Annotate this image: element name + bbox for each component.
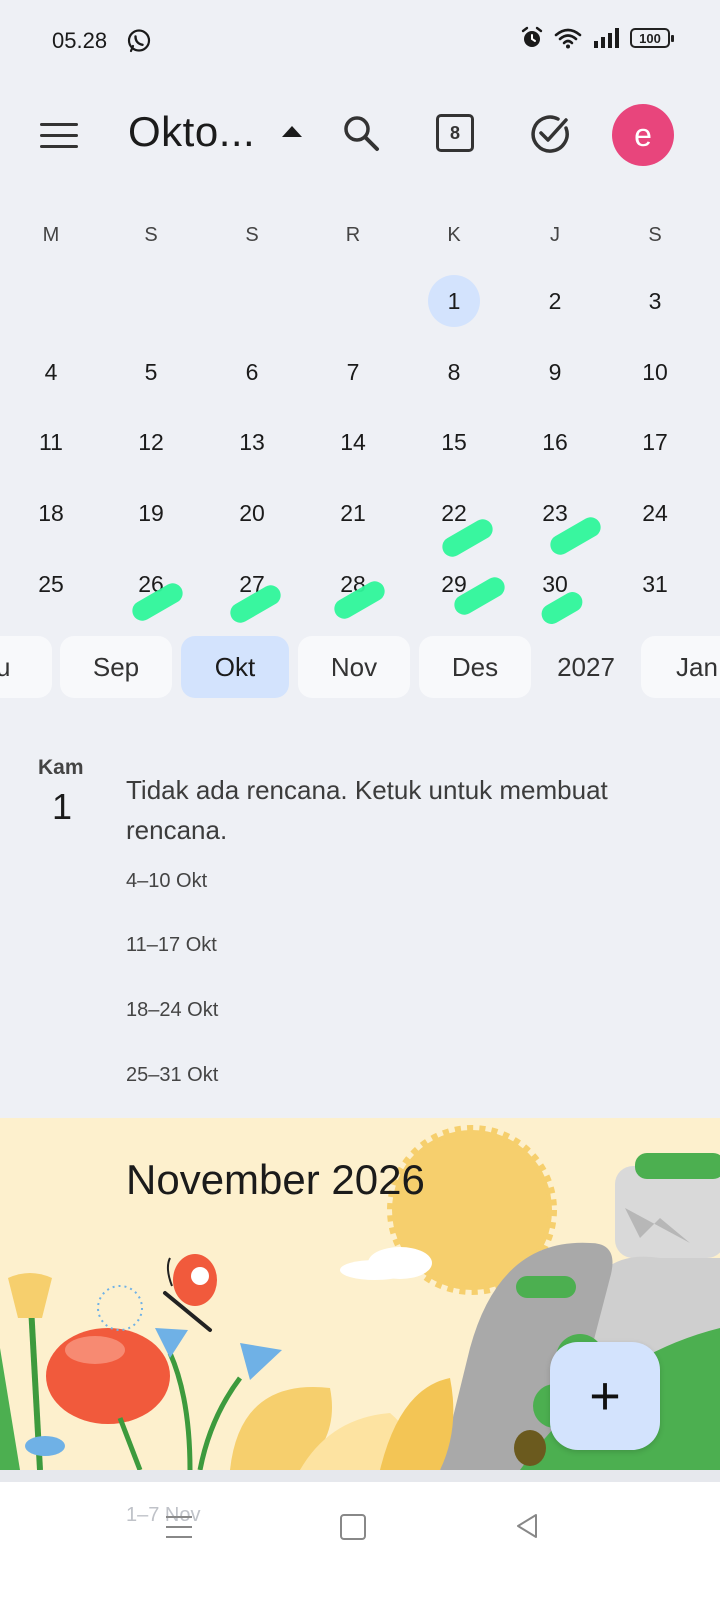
menu-button[interactable] bbox=[40, 112, 86, 158]
weekday-label: K bbox=[447, 224, 461, 246]
month-chip[interactable]: Nov bbox=[298, 636, 410, 698]
battery-icon: 100 bbox=[630, 28, 674, 48]
today-calendar-icon[interactable]: 8 bbox=[436, 114, 474, 152]
calendar-day[interactable]: 5 bbox=[125, 346, 177, 398]
calendar-day[interactable]: 18 bbox=[25, 487, 77, 539]
calendar-day[interactable]: 11 bbox=[25, 416, 77, 468]
wifi-icon bbox=[554, 28, 582, 49]
calendar-day[interactable]: 16 bbox=[529, 416, 581, 468]
alarm-icon bbox=[521, 26, 543, 47]
month-chip[interactable]: Des bbox=[419, 636, 531, 698]
month-chip[interactable]: gu bbox=[0, 636, 52, 698]
agenda-weekday: Kam bbox=[38, 756, 84, 779]
week-range[interactable]: 18–24 Okt bbox=[126, 999, 218, 1022]
calendar-day[interactable]: 10 bbox=[629, 346, 681, 398]
month-chip[interactable]: Sep bbox=[60, 636, 172, 698]
banner-month-title: November 2026 bbox=[126, 1156, 425, 1203]
month-chip-row: gu Sep Okt Nov Des 2027 Jan bbox=[0, 636, 720, 698]
agenda-day-number: 1 bbox=[52, 786, 73, 827]
home-button[interactable] bbox=[340, 1514, 366, 1540]
avatar[interactable]: e bbox=[612, 104, 674, 166]
signal-icon bbox=[594, 28, 619, 48]
month-chip-active[interactable]: Okt bbox=[181, 636, 289, 698]
calendar-day-today[interactable]: 1 bbox=[428, 275, 480, 327]
calendar-day[interactable]: 8 bbox=[428, 346, 480, 398]
weekday-label: S bbox=[144, 224, 158, 246]
weekday-label: R bbox=[345, 224, 361, 246]
calendar-day[interactable]: 6 bbox=[226, 346, 278, 398]
status-icons: 100 bbox=[520, 26, 674, 50]
divider bbox=[0, 1470, 720, 1482]
calendar-day[interactable]: 2 bbox=[529, 275, 581, 327]
calendar-day[interactable]: 7 bbox=[327, 346, 379, 398]
calendar-day[interactable]: 4 bbox=[25, 346, 77, 398]
status-time: 05.28 bbox=[52, 28, 108, 53]
recent-apps-button[interactable] bbox=[166, 1516, 192, 1538]
weekday-label: S bbox=[245, 224, 259, 246]
calendar-day[interactable]: 14 bbox=[327, 416, 379, 468]
whatsapp-icon bbox=[127, 29, 151, 53]
weekday-label: M bbox=[42, 224, 60, 246]
back-button[interactable] bbox=[514, 1512, 540, 1540]
month-title[interactable]: Okto... bbox=[128, 108, 255, 156]
calendar-day[interactable]: 19 bbox=[125, 487, 177, 539]
year-chip[interactable]: 2027 bbox=[540, 636, 632, 698]
tasks-check-icon[interactable] bbox=[528, 112, 572, 156]
week-range[interactable]: 25–31 Okt bbox=[126, 1064, 218, 1087]
calendar-day[interactable]: 9 bbox=[529, 346, 581, 398]
calendar-day[interactable]: 13 bbox=[226, 416, 278, 468]
month-chip[interactable]: Jan bbox=[641, 636, 720, 698]
week-range[interactable]: 4–10 Okt bbox=[126, 870, 207, 893]
calendar-day[interactable]: 17 bbox=[629, 416, 681, 468]
menu-icon bbox=[40, 122, 78, 126]
week-range[interactable]: 11–17 Okt bbox=[126, 934, 217, 957]
calendar-day[interactable]: 15 bbox=[428, 416, 480, 468]
calendar-day[interactable]: 12 bbox=[125, 416, 177, 468]
dropdown-caret-icon[interactable] bbox=[282, 126, 302, 137]
calendar-day[interactable]: 31 bbox=[629, 558, 681, 610]
calendar-day[interactable]: 25 bbox=[25, 558, 77, 610]
system-nav-bar bbox=[0, 1482, 720, 1600]
calendar-day[interactable]: 24 bbox=[629, 487, 681, 539]
recents-icon bbox=[166, 1516, 192, 1518]
calendar-day[interactable]: 3 bbox=[629, 275, 681, 327]
weekday-label: S bbox=[648, 224, 662, 246]
calendar-day[interactable]: 20 bbox=[226, 487, 278, 539]
search-icon[interactable] bbox=[340, 112, 382, 154]
agenda-empty-message[interactable]: Tidak ada rencana. Ketuk untuk membuat r… bbox=[126, 770, 666, 850]
weekday-label: J bbox=[550, 224, 560, 246]
calendar-day[interactable]: 21 bbox=[327, 487, 379, 539]
create-event-button[interactable]: + bbox=[550, 1342, 660, 1450]
